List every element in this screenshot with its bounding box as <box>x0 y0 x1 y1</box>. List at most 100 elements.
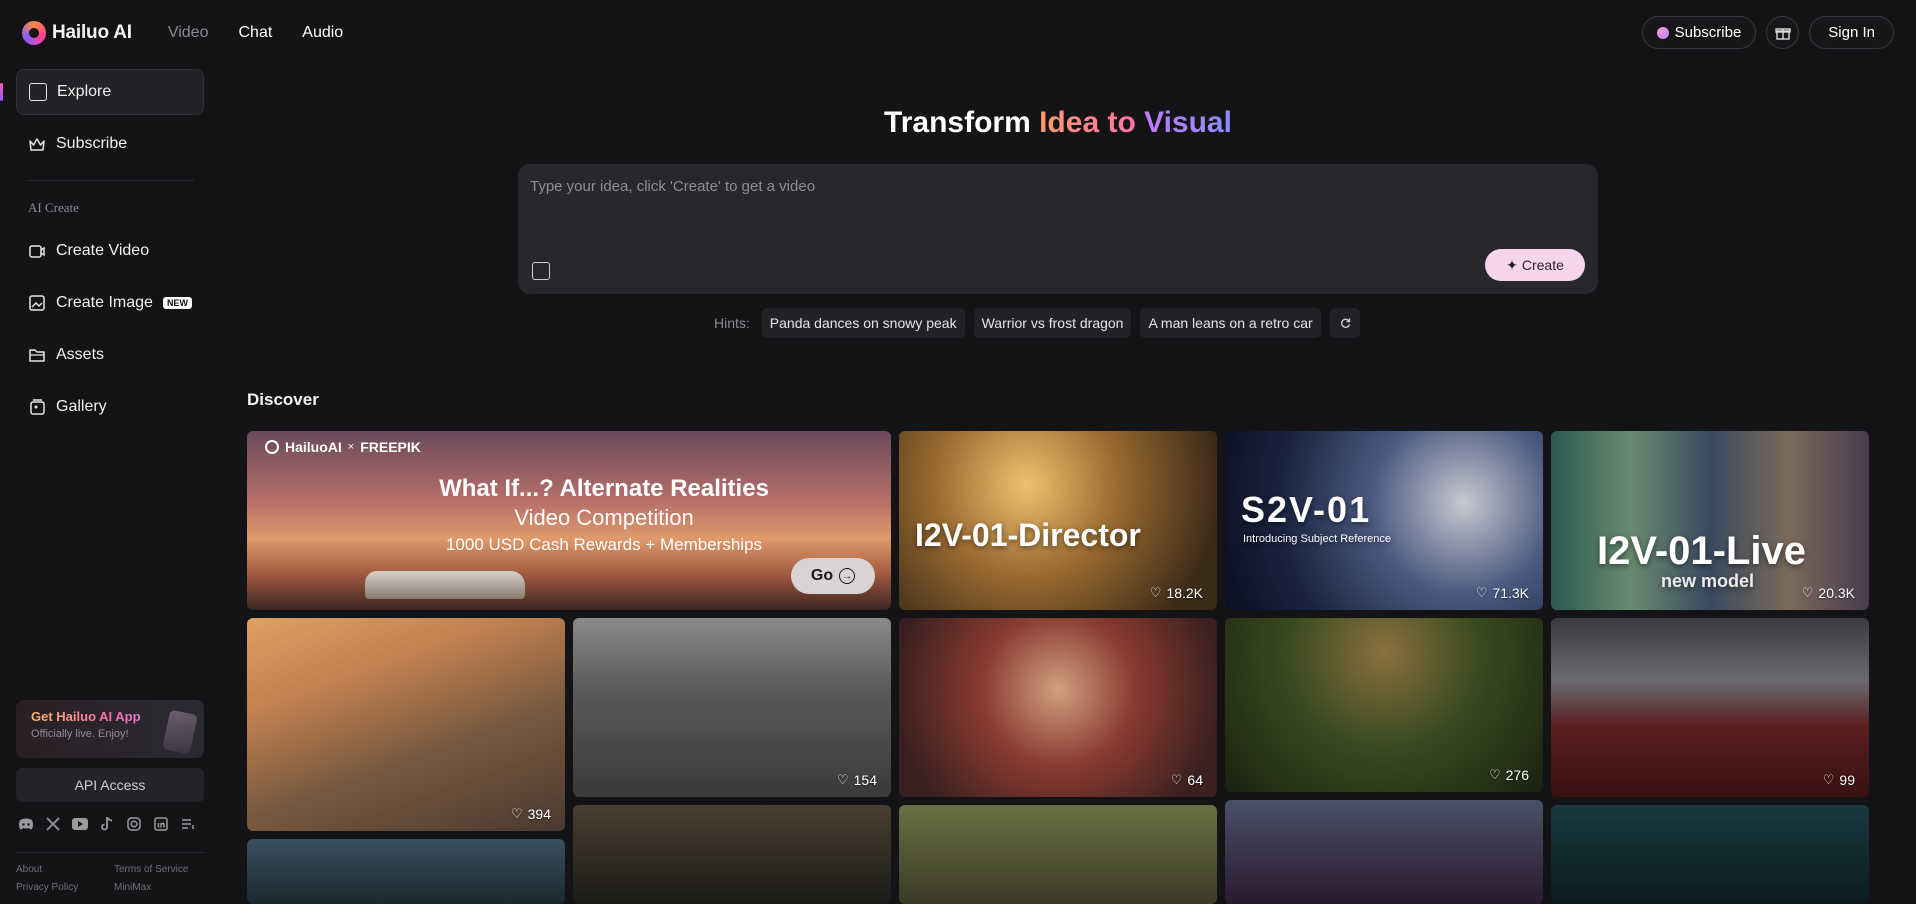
image-icon <box>29 295 45 311</box>
sidebar-item-label: Create Video <box>56 242 150 259</box>
subscribe-gem-icon <box>1656 26 1669 39</box>
heart-icon: ♡ <box>836 772 849 787</box>
like-count[interactable]: ♡ 99 <box>1823 772 1855 788</box>
sign-in-button[interactable]: Sign In <box>1809 16 1894 49</box>
youtube-icon[interactable] <box>72 816 88 832</box>
go-button[interactable]: Go → <box>791 558 875 594</box>
card-overlay-title: I2V-01-Director <box>915 517 1141 553</box>
terms-link[interactable]: Terms of Service <box>114 861 188 879</box>
hailuo-logo-icon <box>22 21 46 45</box>
hailuo-banner-logo-icon <box>265 440 279 454</box>
video-card[interactable]: I2V-01-Director ♡ 18.2K <box>899 431 1217 610</box>
video-card[interactable]: ♡ 64 <box>899 618 1217 797</box>
heart-icon: ♡ <box>1149 585 1162 600</box>
heart-icon: ♡ <box>510 806 523 821</box>
like-count[interactable]: ♡ 64 <box>1171 772 1203 788</box>
tab-audio[interactable]: Audio <box>302 24 343 42</box>
video-card[interactable]: ♡ 99 <box>1551 618 1869 797</box>
x-twitter-icon[interactable] <box>45 816 61 832</box>
video-card[interactable] <box>1225 800 1543 904</box>
video-card[interactable]: ♡ 154 <box>573 618 891 797</box>
car-illustration <box>365 571 525 599</box>
like-count[interactable]: ♡ 394 <box>511 806 551 822</box>
refresh-hints-button[interactable] <box>1329 308 1360 338</box>
sidebar-item-label: Create Image <box>56 294 153 311</box>
like-value: 64 <box>1187 772 1203 788</box>
minimax-link[interactable]: MiniMax <box>114 879 188 897</box>
sidebar-item-create-video[interactable]: Create Video <box>16 228 204 274</box>
tiktok-icon[interactable] <box>99 816 115 832</box>
go-label: Go <box>810 567 834 584</box>
discord-icon[interactable] <box>18 816 34 832</box>
prompt-box: ✦ Create <box>518 164 1598 294</box>
like-value: 276 <box>1505 767 1529 783</box>
linkedin-icon[interactable] <box>153 816 169 832</box>
like-count[interactable]: ♡ 18.2K <box>1150 585 1203 601</box>
subscribe-button[interactable]: Subscribe <box>1641 16 1757 49</box>
footer-links-right: Terms of Service MiniMax <box>114 861 188 897</box>
like-value: 99 <box>1839 772 1855 788</box>
section-label: AI Create <box>28 200 79 215</box>
video-card[interactable]: ♡ 394 <box>247 618 565 831</box>
heart-icon: ♡ <box>1475 585 1488 600</box>
privacy-link[interactable]: Privacy Policy <box>16 879 78 897</box>
heart-icon: ♡ <box>1170 772 1183 787</box>
like-count[interactable]: ♡ 276 <box>1489 767 1529 783</box>
card-overlay-title: I2V-01-Live <box>1597 529 1807 573</box>
sidebar-item-assets[interactable]: Assets <box>16 332 204 378</box>
active-indicator <box>0 83 3 101</box>
heart-icon: ♡ <box>1488 767 1501 782</box>
api-access-button[interactable]: API Access <box>16 768 204 802</box>
banner-subtitle: Video Competition <box>514 505 694 530</box>
like-value: 154 <box>853 772 877 788</box>
hero-title-idea: Idea to <box>1039 106 1145 139</box>
video-card[interactable] <box>1551 805 1869 904</box>
like-value: 71.3K <box>1492 585 1529 601</box>
video-card[interactable]: I2V-01-Live new model ♡ 20.3K <box>1551 431 1869 610</box>
hint-chip[interactable]: Warrior vs frost dragon <box>973 308 1132 338</box>
instagram-icon[interactable] <box>126 816 142 832</box>
like-count[interactable]: ♡ 20.3K <box>1802 585 1855 601</box>
gift-button[interactable] <box>1766 16 1800 49</box>
banner-x: × <box>347 441 355 453</box>
subscribe-label: Subscribe <box>1674 24 1742 41</box>
sidebar-item-label: Explore <box>57 83 112 100</box>
more-links-icon[interactable] <box>180 816 196 832</box>
sidebar-item-label: Assets <box>56 346 105 363</box>
hints-row: Hints: Panda dances on snowy peak Warrio… <box>714 308 1360 338</box>
about-link[interactable]: About <box>16 861 78 879</box>
create-button[interactable]: ✦ Create <box>1485 249 1585 281</box>
banner-reward: 1000 USD Cash Rewards + Memberships <box>445 535 763 554</box>
banner-title: What If...? Alternate Realities <box>439 475 769 502</box>
video-card[interactable] <box>573 805 891 904</box>
image-upload-icon[interactable] <box>532 262 550 280</box>
footer-links-left: About Privacy Policy <box>16 861 78 897</box>
competition-banner[interactable]: HailuoAI × FREEPIK What If...? Alternate… <box>247 431 891 610</box>
sparkle-icon: ✦ <box>1506 256 1518 273</box>
like-count[interactable]: ♡ 154 <box>837 772 877 788</box>
video-icon <box>29 245 45 258</box>
hero-title-visual: Visual <box>1144 106 1232 139</box>
sidebar-item-label: Gallery <box>56 398 107 415</box>
prompt-input[interactable] <box>530 178 1430 195</box>
social-links <box>18 816 196 832</box>
like-count[interactable]: ♡ 71.3K <box>1476 585 1529 601</box>
video-card[interactable] <box>247 839 565 904</box>
logo[interactable]: Hailuo AI <box>22 21 132 45</box>
like-value: 394 <box>527 806 551 822</box>
get-app-card[interactable]: Get Hailuo AI App Officially live. Enjoy… <box>16 700 204 758</box>
hint-chip[interactable]: A man leans on a retro car <box>1140 308 1321 338</box>
video-card[interactable] <box>899 805 1217 904</box>
tab-video[interactable]: Video <box>168 24 209 42</box>
refresh-icon <box>1340 318 1350 328</box>
hint-chip[interactable]: Panda dances on snowy peak <box>761 308 965 338</box>
video-card[interactable]: ♡ 276 <box>1225 618 1543 792</box>
card-overlay-subtitle: new model <box>1661 571 1755 591</box>
arrow-right-icon: → <box>839 568 856 584</box>
sidebar-divider <box>28 180 194 181</box>
banner-brand-name: HailuoAI <box>285 439 342 455</box>
video-card[interactable]: S2V-01 Introducing Subject Reference ♡ 71… <box>1225 431 1543 610</box>
sidebar-item-gallery[interactable]: Gallery <box>16 384 204 430</box>
tab-chat[interactable]: Chat <box>238 24 272 42</box>
sidebar-item-create-image[interactable]: Create Image NEW <box>16 280 204 326</box>
